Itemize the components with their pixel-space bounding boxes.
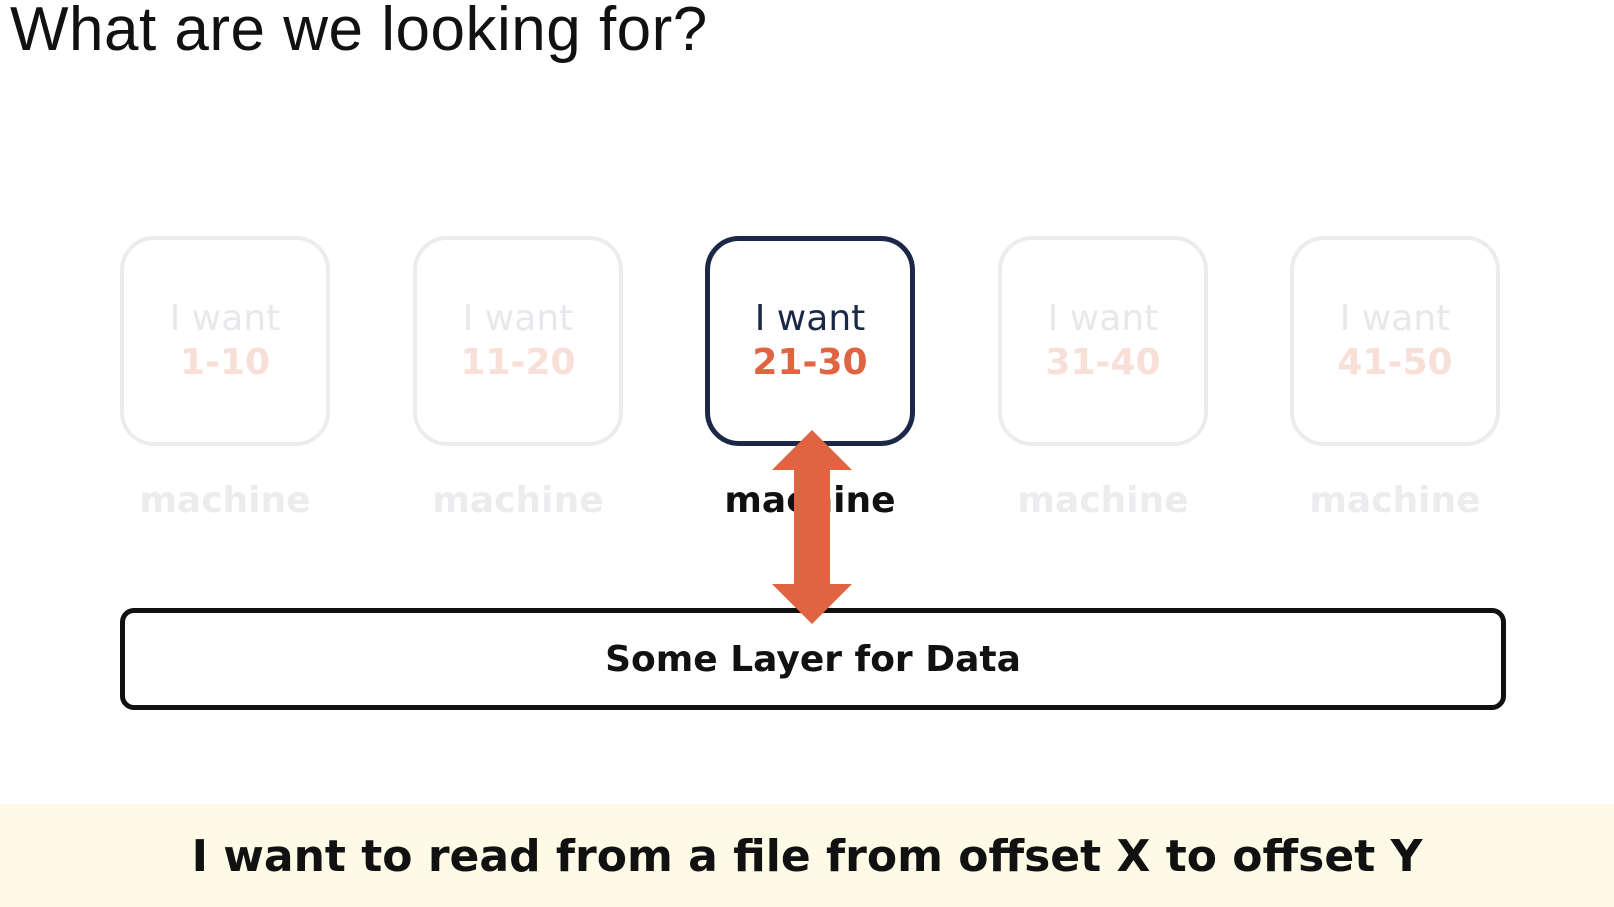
request-want-text: I want: [169, 298, 281, 339]
request-range-text: 11-20: [460, 342, 576, 383]
request-want-text: I want: [462, 298, 574, 339]
machine-request-box: I want 11-20: [413, 236, 623, 446]
request-want-text: I want: [1047, 298, 1159, 339]
machine-card-2: I want 11-20 machine: [413, 236, 629, 526]
machine-label: machine: [432, 480, 604, 521]
request-range-text: 1-10: [179, 342, 271, 383]
machine-label: machine: [139, 480, 311, 521]
request-range-text: 31-40: [1045, 342, 1161, 383]
machine-card-4: I want 31-40 machine: [998, 236, 1214, 526]
machine-card-1: I want 1-10 machine: [120, 236, 336, 526]
machine-label: machine: [1309, 480, 1481, 521]
machine-label: machine: [1017, 480, 1189, 521]
request-want-text: I want: [1339, 298, 1451, 339]
request-want-text: I want: [754, 298, 866, 339]
request-range-text: 41-50: [1337, 342, 1453, 383]
machine-request-box: I want 31-40: [998, 236, 1208, 446]
page-title: What are we looking for?: [10, 0, 708, 64]
request-range-text: 21-30: [752, 342, 868, 383]
machine-request-box: I want 21-30: [705, 236, 915, 446]
double-arrow-vertical-icon: [772, 430, 852, 624]
machine-request-box: I want 1-10: [120, 236, 330, 446]
caption-band: I want to read from a file from offset X…: [0, 804, 1614, 907]
machine-request-box: I want 41-50: [1290, 236, 1500, 446]
caption-text: I want to read from a file from offset X…: [191, 831, 1423, 882]
machine-card-5: I want 41-50 machine: [1290, 236, 1506, 526]
